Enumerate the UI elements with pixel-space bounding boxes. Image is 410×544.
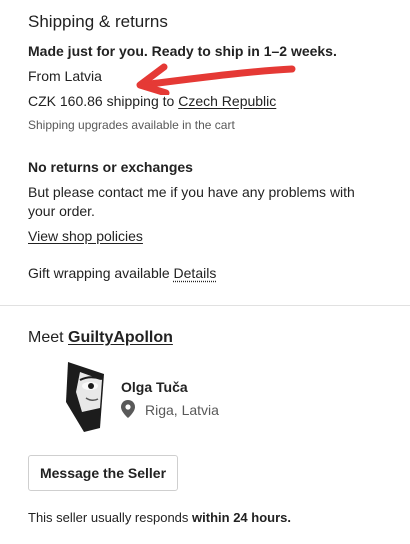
gift-wrapping-label: Gift wrapping available (28, 265, 174, 281)
seller-name: Olga Tuča (121, 379, 188, 395)
shipping-cost: CZK 160.86 shipping to Czech Republic (28, 93, 276, 109)
seller-avatar[interactable] (60, 362, 108, 432)
response-time-text: This seller usually responds within 24 h… (28, 510, 291, 525)
gift-details-link[interactable]: Details (174, 265, 217, 281)
section-title-shipping: Shipping & returns (28, 12, 168, 31)
message-seller-button[interactable]: Message the Seller (28, 455, 178, 491)
location-pin-icon (121, 400, 135, 418)
returns-title: No returns or exchanges (28, 159, 193, 175)
shipping-cost-label: CZK 160.86 shipping to (28, 93, 179, 109)
contact-text-line1: But please contact me if you have any pr… (28, 184, 355, 200)
gift-wrapping: Gift wrapping available Details (28, 265, 216, 281)
response-time-value: within 24 hours. (192, 510, 291, 525)
seller-location: Riga, Latvia (145, 402, 219, 418)
response-prefix: This seller usually responds (28, 510, 193, 525)
meet-prefix: Meet (28, 329, 69, 346)
shipping-upgrade-note: Shipping upgrades available in the cart (28, 118, 235, 132)
red-arrow-annotation (136, 63, 296, 95)
destination-link[interactable]: Czech Republic (178, 93, 276, 109)
shop-name-link[interactable]: GuiltyApollon (68, 329, 173, 346)
contact-text-line2: your order. (28, 203, 95, 219)
view-shop-policies-link[interactable]: View shop policies (28, 228, 143, 244)
section-divider (0, 305, 410, 306)
meet-seller-heading: Meet GuiltyApollon (28, 329, 173, 347)
origin-text: From Latvia (28, 68, 102, 84)
